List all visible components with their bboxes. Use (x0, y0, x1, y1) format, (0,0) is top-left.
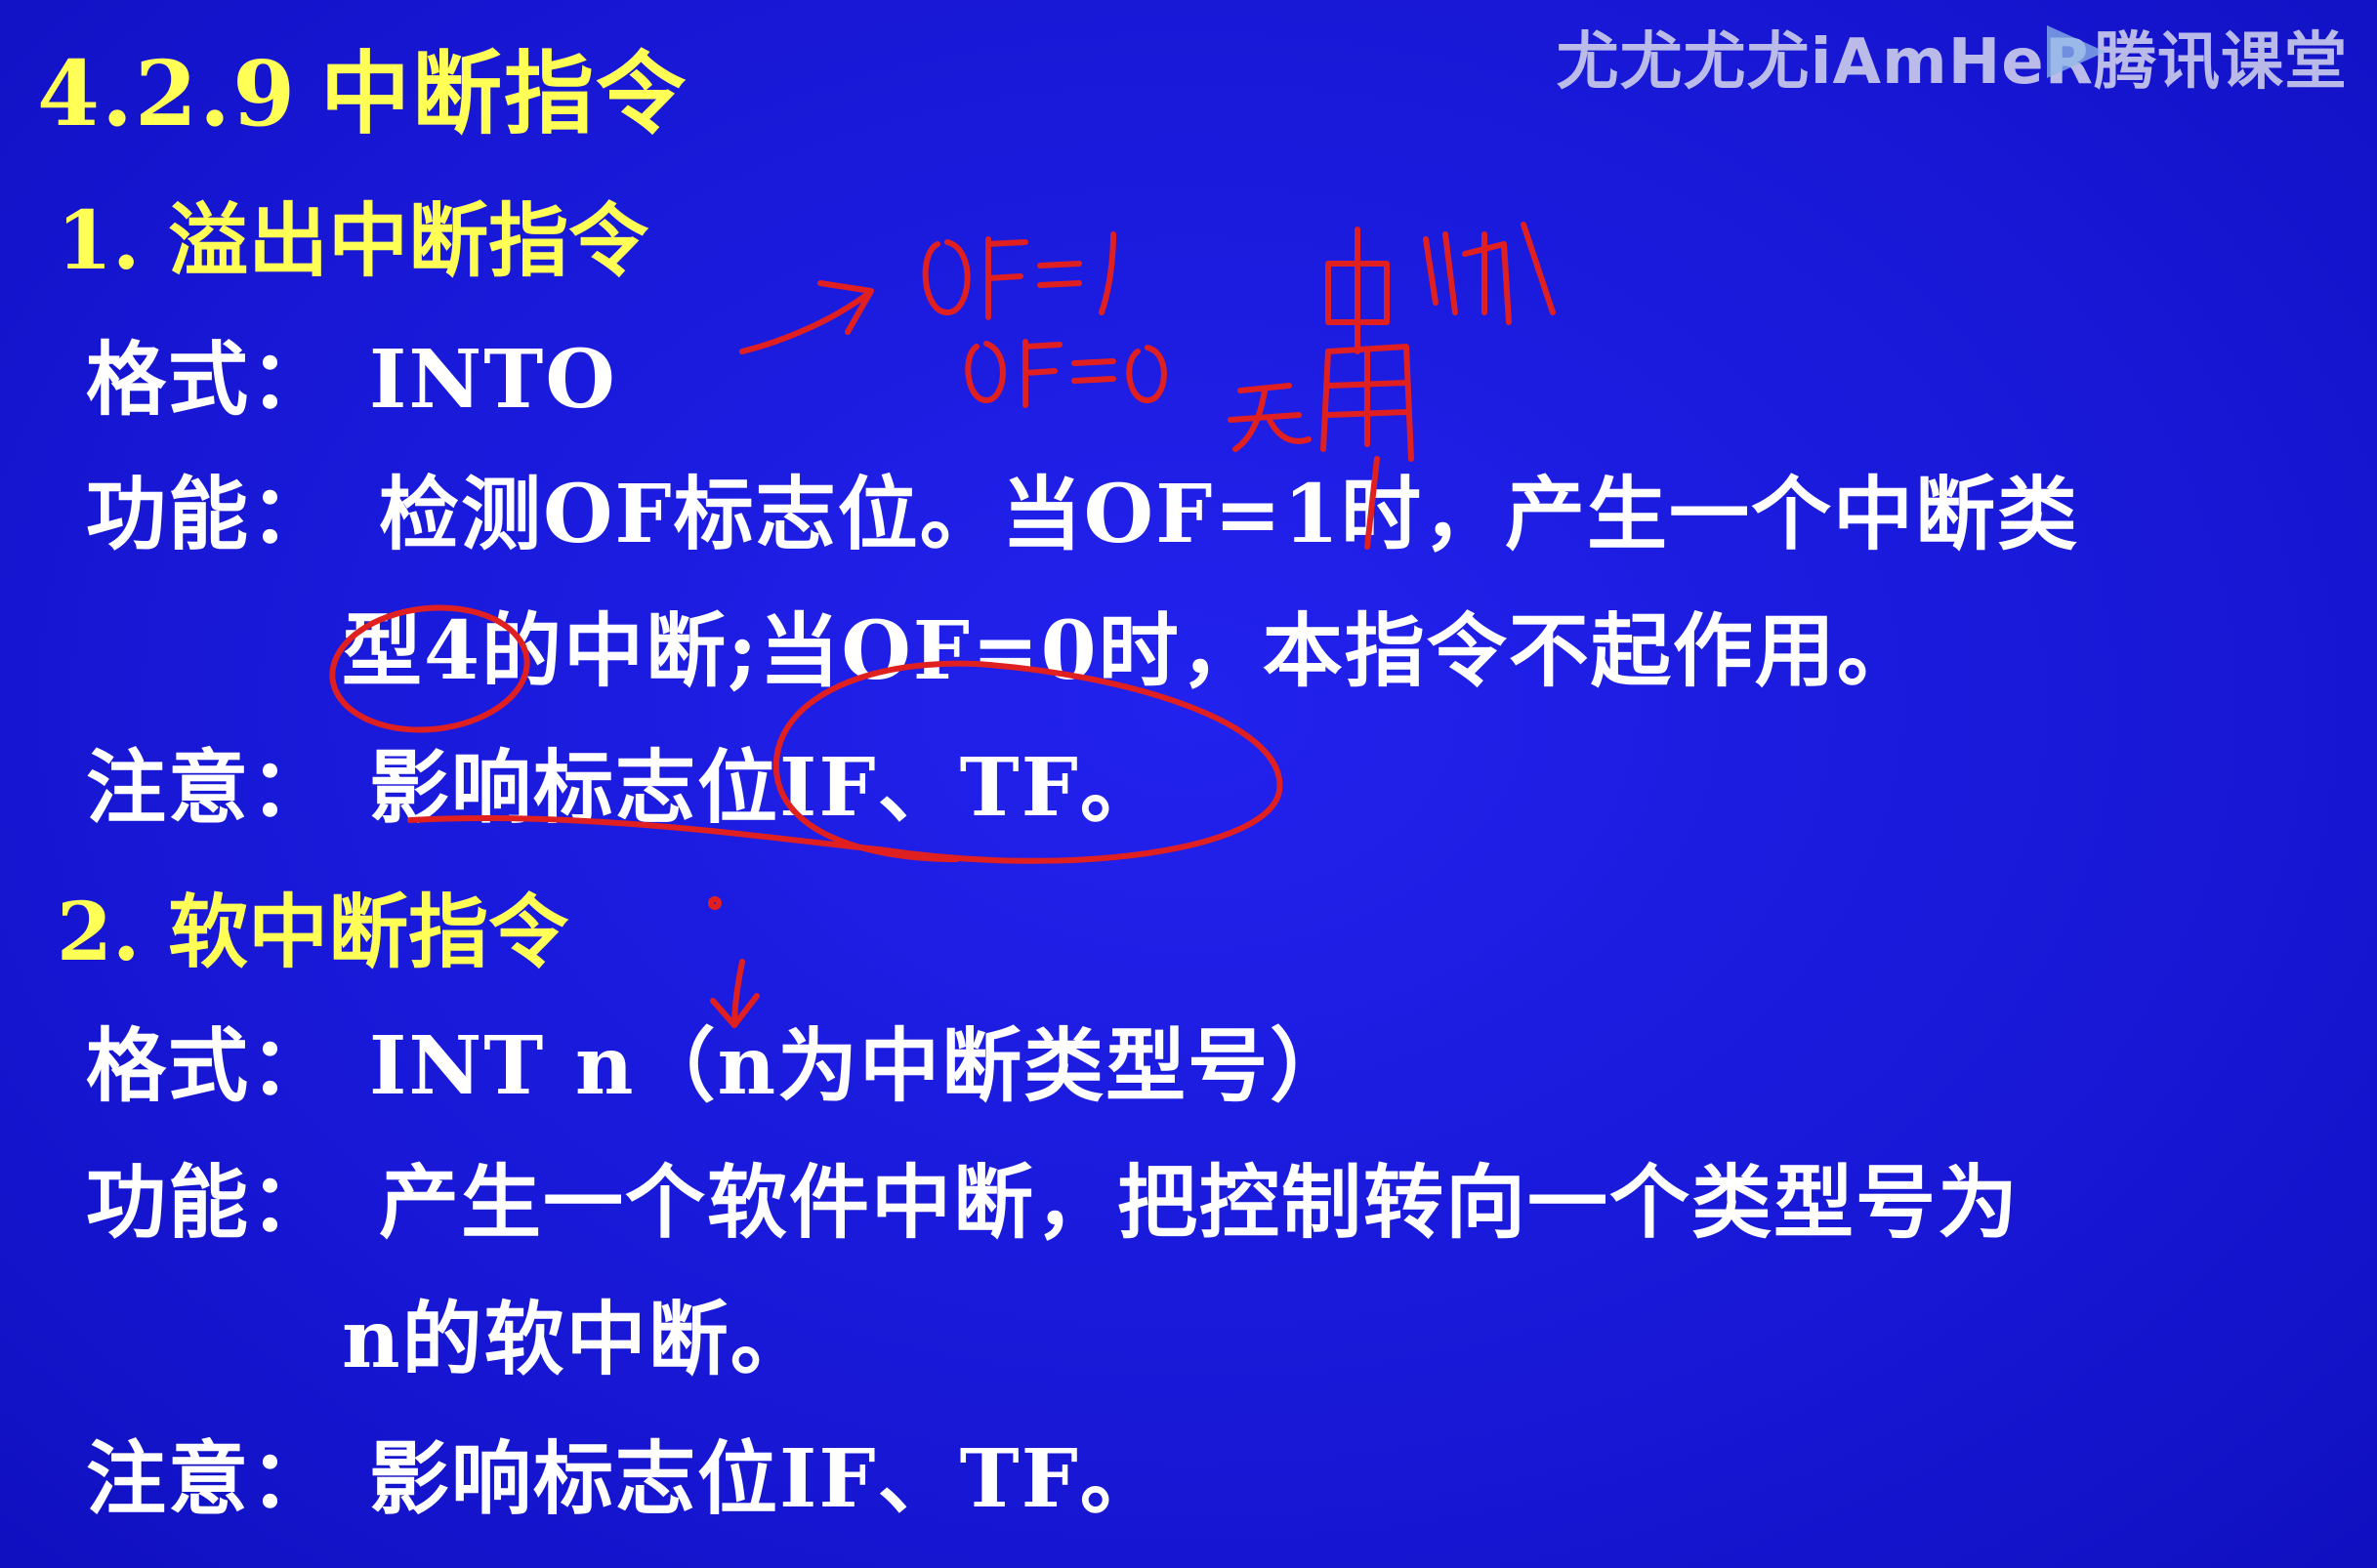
note-value: 影响标志位IF、TF。 (369, 741, 1162, 835)
function-label: 功能： (86, 468, 333, 561)
format-label: 格式： (86, 1019, 333, 1113)
note-label: 注意： (86, 1432, 333, 1526)
title-number: 4.2.9 (37, 41, 298, 146)
section2-function-line2: n的软中断。 (342, 1293, 813, 1386)
slide: 尤尤尤尤iAmHeR腾讯课堂 4.2.9 中断指令 1. 溢出中断指令 格式： IN… (0, 0, 2377, 1568)
section2-heading: 2. 软中断指令 (57, 886, 569, 979)
section1-heading: 1. 溢出中断指令 (57, 194, 649, 288)
annotation-arrow (739, 290, 872, 354)
title-text: 中断指令 (320, 41, 688, 146)
note-label: 注意： (86, 741, 333, 835)
format-value: INTO (369, 333, 617, 427)
format-label: 格式： (86, 333, 333, 427)
function-text-line1: 检测OF标志位。当OF=1时，产生一个中断类 (379, 468, 2080, 561)
section1-note: 注意： 影响标志位IF、TF。 (86, 722, 1162, 839)
watermark: 尤尤尤尤iAmHeR腾讯课堂 (1556, 26, 2348, 99)
section1-format: 格式： INTO (86, 314, 617, 431)
slide-title: 4.2.9 中断指令 (37, 21, 688, 151)
function-text-line1: 产生一个软件中断，把控制转向一个类型号为 (379, 1156, 2021, 1250)
format-value: INT n（n为中断类型号） (369, 1019, 1353, 1113)
section1-function: 功能： 检测OF标志位。当OF=1时，产生一个中断类 (86, 449, 2079, 565)
section1-function-line2: 型4的中断;当OF=0时，本指令不起作用。 (342, 604, 1919, 698)
note-value: 影响标志位IF、TF。 (369, 1432, 1162, 1526)
section2-format: 格式： INT n（n为中断类型号） (86, 1001, 1352, 1117)
section2-function: 功能： 产生一个软件中断，把控制转向一个类型号为 (86, 1137, 2020, 1254)
function-label: 功能： (86, 1156, 333, 1250)
section2-note: 注意： 影响标志位IF、TF。 (86, 1414, 1162, 1530)
play-logo-icon (2047, 25, 2106, 78)
